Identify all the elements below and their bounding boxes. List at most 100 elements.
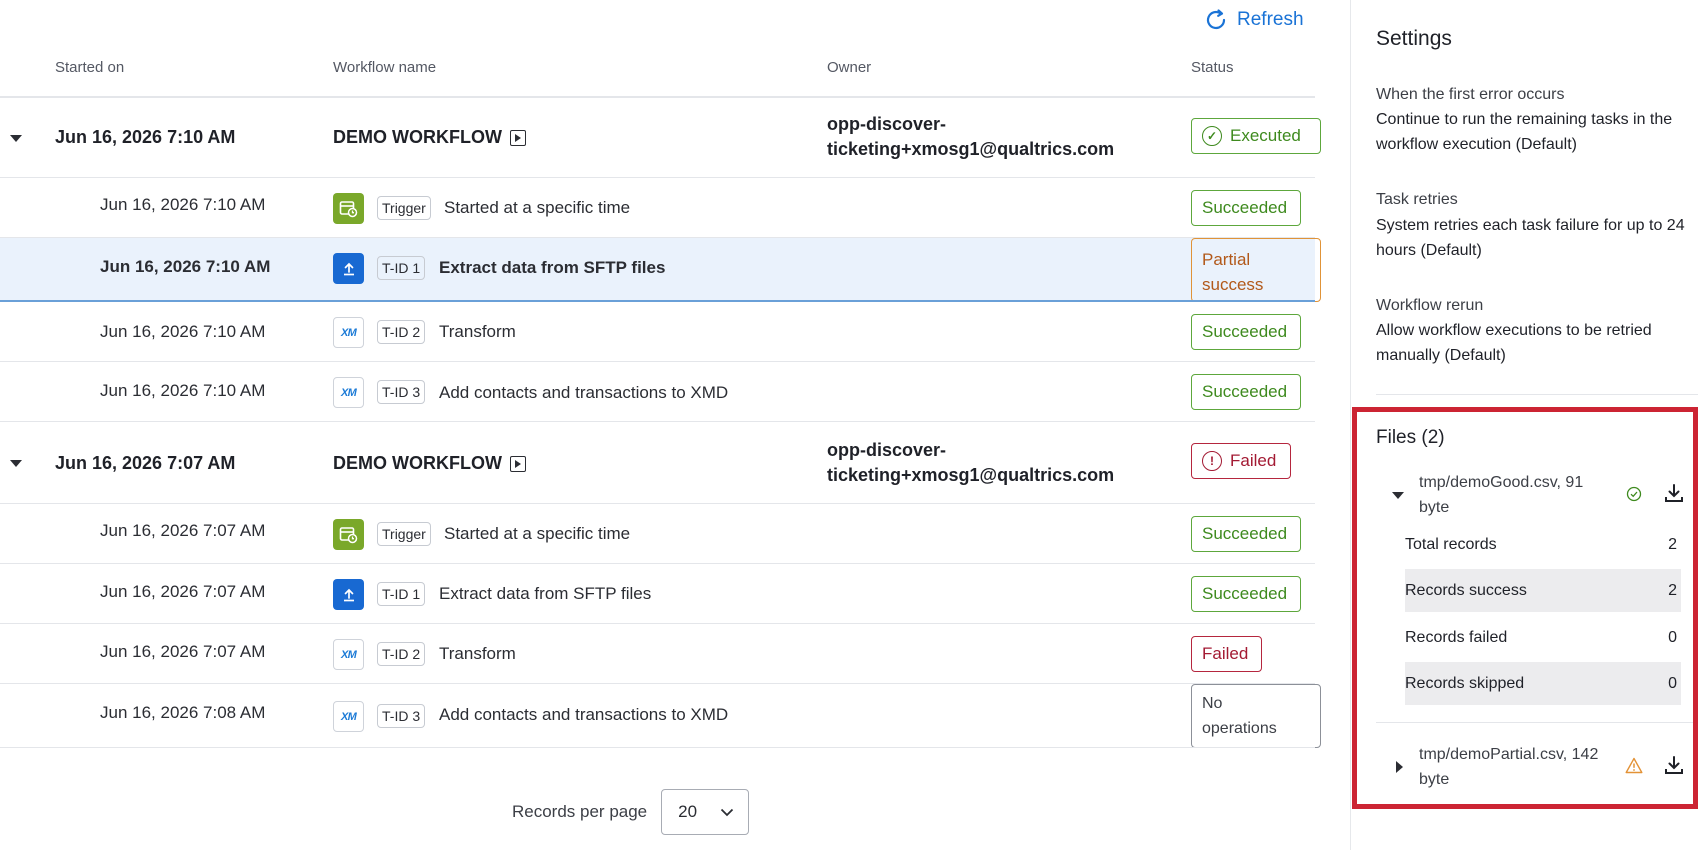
records-per-page-value: 20 [678, 802, 698, 821]
download-icon[interactable] [1663, 482, 1685, 504]
status-badge: ! Failed [1191, 443, 1291, 479]
collapse-caret-icon[interactable] [10, 135, 22, 142]
execution-row[interactable]: Jun 16, 2026 7:07 AM DEMO WORKFLOW opp-d… [0, 422, 1315, 504]
chevron-down-icon [721, 808, 734, 816]
column-header-started-on[interactable]: Started on [55, 59, 124, 76]
task-name: Extract data from SFTP files [439, 258, 666, 277]
refresh-button[interactable]: Refresh [1203, 7, 1304, 33]
xm-icon: XM [333, 701, 364, 732]
workflow-name[interactable]: DEMO WORKFLOW [333, 127, 526, 148]
status-badge: Succeeded [1191, 516, 1301, 552]
executions-main: Refresh Started on Workflow name Owner S… [0, 0, 1321, 850]
expand-file-caret-icon[interactable] [1396, 761, 1403, 773]
owner-line-2: ticketing+xmosg1@qualtrics.com [827, 465, 1115, 485]
check-circle-icon [1626, 486, 1642, 502]
status-badge: ✓ Executed [1191, 118, 1321, 154]
task-tag: Trigger [377, 522, 431, 546]
file-name-line-1: tmp/demoGood.csv, 91 [1419, 474, 1584, 491]
task-tag: T-ID 3 [377, 380, 426, 404]
execution-date: Jun 16, 2026 7:10 AM [55, 127, 236, 147]
stat-records-failed: Records failed 0 [1405, 616, 1681, 659]
column-header-workflow-name[interactable]: Workflow name [333, 59, 436, 76]
owner-line-1: opp-discover- [827, 440, 947, 460]
status-badge: Succeeded [1191, 576, 1301, 612]
records-per-page-select[interactable]: 20 [661, 789, 750, 835]
panel-divider [1376, 394, 1698, 395]
owner-line-1: opp-discover- [827, 114, 947, 134]
task-row[interactable]: Jun 16, 2026 7:10 AM Trigger Started at … [0, 178, 1315, 238]
open-workflow-icon[interactable] [509, 129, 526, 146]
task-name: Started at a specific time [444, 198, 631, 217]
task-row[interactable]: Jun 16, 2026 7:10 AM XM T-ID 3 Add conta… [0, 362, 1315, 422]
xm-icon: XM [333, 639, 364, 670]
workflow-name-label: DEMO WORKFLOW [333, 453, 502, 473]
workflow-name-label: DEMO WORKFLOW [333, 127, 502, 147]
task-date: Jun 16, 2026 7:10 AM [100, 195, 266, 214]
setting-value: Continue to run the remaining tasks in t… [1376, 111, 1673, 153]
owner-line-2: ticketing+xmosg1@qualtrics.com [827, 139, 1115, 159]
workflow-name[interactable]: DEMO WORKFLOW [333, 453, 526, 474]
setting-label: When the first error occurs [1376, 86, 1565, 103]
task-row[interactable]: Jun 16, 2026 7:07 AM Trigger Started at … [0, 504, 1315, 564]
stat-label: Records success [1405, 581, 1527, 599]
setting-label: Task retries [1376, 191, 1458, 208]
task-name: Extract data from SFTP files [439, 584, 652, 603]
stat-value: 0 [1668, 628, 1677, 646]
task-row[interactable]: Jun 16, 2026 7:07 AM T-ID 1 Extract data… [0, 564, 1315, 624]
open-workflow-icon[interactable] [509, 455, 526, 472]
refresh-label: Refresh [1237, 9, 1304, 30]
status-line-2: operations [1202, 720, 1277, 737]
task-date: Jun 16, 2026 7:10 AM [100, 322, 266, 341]
files-divider [1376, 722, 1698, 723]
stat-label: Records failed [1405, 628, 1508, 646]
calendar-clock-icon [333, 519, 364, 550]
task-tag: T-ID 1 [377, 256, 426, 280]
file-name-line-2: byte [1419, 499, 1450, 516]
task-name: Add contacts and transactions to XMD [439, 383, 729, 402]
pagination: Records per page 20 [512, 789, 750, 835]
file-name[interactable]: tmp/demoGood.csv, 91 byte [1419, 470, 1609, 520]
status-badge: No operations [1191, 684, 1321, 748]
upload-icon [333, 579, 364, 610]
task-date: Jun 16, 2026 7:08 AM [100, 703, 266, 722]
task-row-selected[interactable]: Jun 16, 2026 7:10 AM T-ID 1 Extract data… [0, 238, 1321, 302]
task-row[interactable]: Jun 16, 2026 7:10 AM XM T-ID 2 Transform… [0, 302, 1315, 362]
status-badge: Succeeded [1191, 374, 1301, 410]
status-badge: Failed [1191, 636, 1262, 672]
column-header-owner[interactable]: Owner [827, 59, 871, 76]
task-tag: T-ID 3 [377, 704, 426, 728]
files-title: Files (2) [1376, 427, 1445, 448]
warning-icon [1625, 757, 1643, 774]
setting-value: Allow workflow executions to be retried … [1376, 322, 1652, 364]
status-label: Executed [1230, 126, 1301, 145]
stat-label: Records skipped [1405, 674, 1525, 692]
setting-label: Workflow rerun [1376, 297, 1484, 314]
stat-records-success: Records success 2 [1405, 569, 1681, 612]
stat-value: 2 [1668, 535, 1677, 553]
owner-email: opp-discover- ticketing+xmosg1@qualtrics… [827, 112, 1114, 162]
task-date: Jun 16, 2026 7:07 AM [100, 642, 266, 661]
settings-panel: Settings When the first error occurs Con… [1350, 0, 1700, 850]
task-name: Add contacts and transactions to XMD [439, 705, 729, 724]
task-tag: T-ID 1 [377, 582, 426, 606]
task-row[interactable]: Jun 16, 2026 7:08 AM XM T-ID 3 Add conta… [0, 684, 1321, 748]
file-name-line-1: tmp/demoPartial.csv, 142 [1419, 746, 1599, 763]
stat-value: 2 [1668, 581, 1677, 599]
file-name[interactable]: tmp/demoPartial.csv, 142 byte [1419, 742, 1609, 792]
collapse-file-caret-icon[interactable] [1392, 492, 1404, 499]
execution-row[interactable]: Jun 16, 2026 7:10 AM DEMO WORKFLOW opp-d… [0, 98, 1321, 178]
file-name-line-2: byte [1419, 771, 1450, 788]
task-date: Jun 16, 2026 7:10 AM [100, 381, 266, 400]
check-circle-icon: ✓ [1202, 126, 1222, 146]
task-tag: T-ID 2 [377, 320, 426, 344]
collapse-caret-icon[interactable] [10, 460, 22, 467]
column-header-status[interactable]: Status [1191, 59, 1234, 76]
task-name: Started at a specific time [444, 524, 631, 543]
task-row[interactable]: Jun 16, 2026 7:07 AM XM T-ID 2 Transform… [0, 624, 1315, 684]
error-circle-icon: ! [1202, 451, 1222, 471]
task-date: Jun 16, 2026 7:07 AM [100, 521, 266, 540]
task-tag: Trigger [377, 196, 431, 220]
stat-value: 0 [1668, 674, 1677, 692]
download-icon[interactable] [1663, 754, 1685, 776]
xm-icon: XM [333, 377, 364, 408]
